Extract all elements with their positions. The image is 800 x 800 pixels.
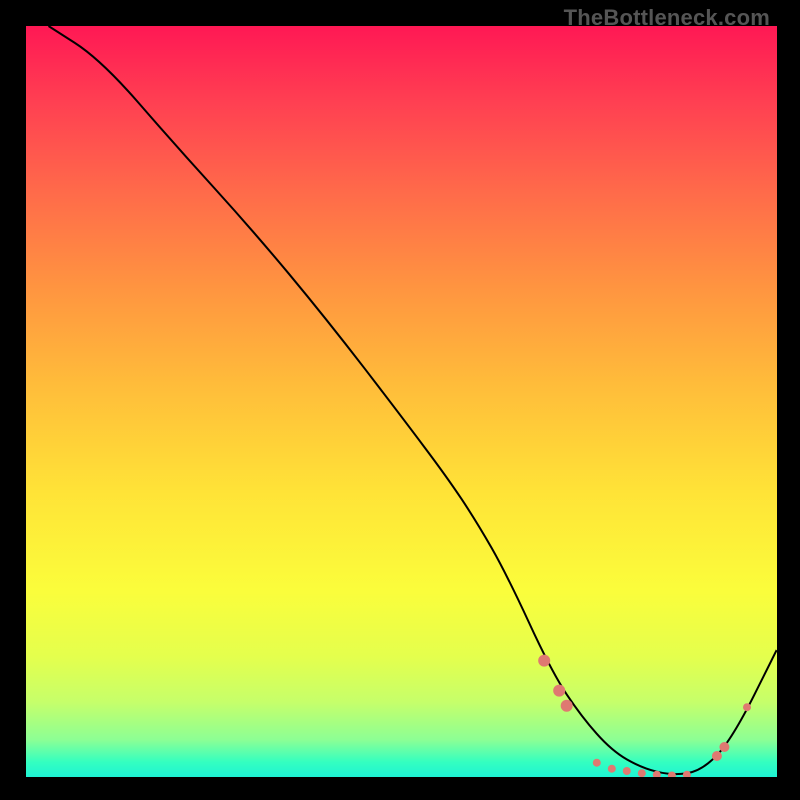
marker-dot [743,703,751,711]
marker-dot [538,655,550,667]
marker-dot [593,759,601,767]
marker-dot [653,771,661,777]
marker-dot [623,767,631,775]
marker-dot [608,765,616,773]
outer-frame: TheBottleneck.com [0,0,800,800]
marker-dot [561,700,573,712]
markers-group [538,655,751,777]
marker-dot [719,742,729,752]
markers-layer [26,26,777,777]
marker-dot [638,769,646,777]
marker-dot [712,751,722,761]
marker-dot [668,772,676,778]
marker-dot [553,685,565,697]
plot-area [26,26,777,777]
marker-dot [683,771,691,777]
